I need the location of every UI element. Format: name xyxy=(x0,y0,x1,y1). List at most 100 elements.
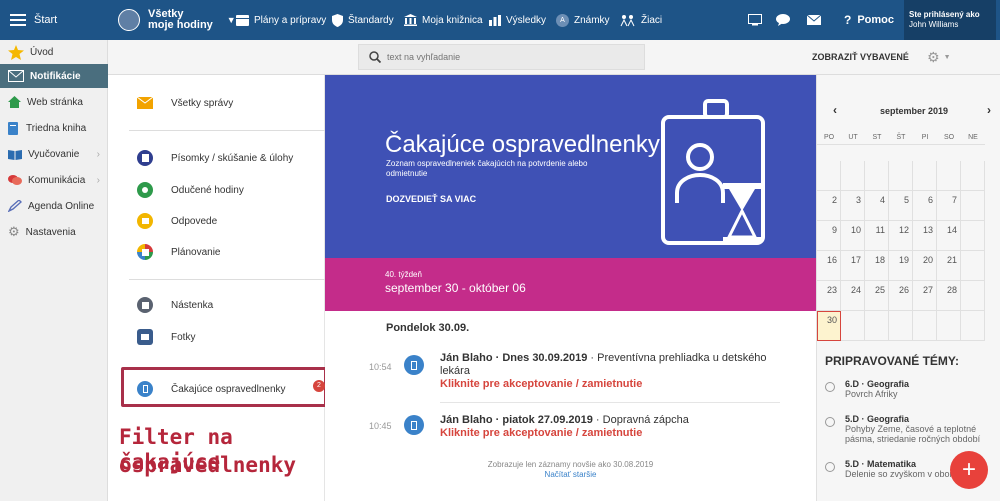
filter-pending[interactable]: Čakajúce ospravedlnenky 2 xyxy=(137,380,325,397)
chat-button[interactable] xyxy=(776,0,791,40)
calendar-day[interactable]: 30 xyxy=(817,311,841,341)
sidebar-item-classbook[interactable]: Triedna kniha xyxy=(0,116,108,140)
calendar-day[interactable] xyxy=(961,251,985,281)
results-button[interactable]: Výsledky xyxy=(489,0,546,40)
calendar-day[interactable] xyxy=(937,161,961,191)
filter-board[interactable]: Nástenka xyxy=(137,297,213,313)
calendar-day[interactable]: 3 xyxy=(841,191,865,221)
calendar-day[interactable]: 25 xyxy=(865,281,889,311)
user-menu[interactable]: Ste prihlásený ako John Williams xyxy=(904,0,996,40)
topic-item[interactable]: 6.D · Geografia Povrch Afriky xyxy=(825,379,995,399)
filter-planning[interactable]: Plánovanie xyxy=(137,244,220,260)
calendar-day[interactable]: 13 xyxy=(913,221,937,251)
calendar-day[interactable] xyxy=(865,161,889,191)
calendar-day[interactable]: 24 xyxy=(841,281,865,311)
filter-tests[interactable]: Písomky / skúšanie & úlohy xyxy=(137,150,293,166)
event-icon xyxy=(404,355,424,375)
school-logo-icon xyxy=(118,9,140,31)
chat-icon xyxy=(776,14,790,26)
calendar-day[interactable] xyxy=(841,311,865,341)
calendar-day[interactable]: 7 xyxy=(937,191,961,221)
event-action-link[interactable]: Kliknite pre akceptovanie / zamietnutie xyxy=(440,378,780,391)
sidebar-item-home[interactable]: Úvod xyxy=(0,40,108,64)
calendar-day[interactable]: 5 xyxy=(889,191,913,221)
calendar-day[interactable]: 20 xyxy=(913,251,937,281)
filter-taught[interactable]: Odučené hodiny xyxy=(137,182,244,198)
calendar-day[interactable]: 26 xyxy=(889,281,913,311)
sidebar-item-teaching[interactable]: Vyučovanie › xyxy=(0,142,108,166)
load-older-link[interactable]: Načítať staršie xyxy=(325,470,816,479)
show-selected-button[interactable]: ZOBRAZIŤ VYBAVENÉ xyxy=(812,52,909,62)
calendar-day[interactable]: 17 xyxy=(841,251,865,281)
sidebar-item-website[interactable]: Web stránka xyxy=(0,90,108,114)
event-author: Ján Blaho xyxy=(440,414,493,426)
event-action-link[interactable]: Kliknite pre akceptovanie / zamietnutie xyxy=(440,427,780,440)
filter-all[interactable]: Všetky správy xyxy=(137,97,233,109)
library-button[interactable]: Moja knižnica xyxy=(404,0,483,40)
dot-separator: · xyxy=(592,414,603,426)
students-label: Žiaci xyxy=(641,14,663,26)
badge-icon xyxy=(137,381,153,397)
search-box[interactable] xyxy=(358,44,645,70)
screen-share-button[interactable] xyxy=(748,0,762,40)
calendar-day[interactable] xyxy=(937,311,961,341)
hours-dropdown[interactable]: Všetky moje hodiny ▼ xyxy=(118,0,236,40)
topic-item[interactable]: 5.D · Geografia Pohyby Zeme, časové a tep… xyxy=(825,414,995,444)
filter-photos[interactable]: Fotky xyxy=(137,329,195,345)
event-item[interactable]: Ján Blaho · piatok 27.09.2019 · Dopravná… xyxy=(440,414,780,440)
grades-button[interactable]: A Známky xyxy=(556,0,610,40)
calendar-day[interactable]: 18 xyxy=(865,251,889,281)
calendar-day[interactable] xyxy=(841,161,865,191)
clock-icon xyxy=(825,417,835,427)
calendar-day[interactable]: 14 xyxy=(937,221,961,251)
sidebar-item-settings[interactable]: ⚙ Nastavenia xyxy=(0,220,108,244)
add-button[interactable]: + xyxy=(950,451,988,489)
badge-icon xyxy=(411,360,417,370)
calendar-day[interactable]: 19 xyxy=(889,251,913,281)
plans-button[interactable]: Plány a prípravy xyxy=(236,0,326,40)
calendar-day[interactable]: 27 xyxy=(913,281,937,311)
calendar-day[interactable] xyxy=(961,191,985,221)
calendar-day[interactable]: 16 xyxy=(817,251,841,281)
calendar-day[interactable]: 12 xyxy=(889,221,913,251)
help-button[interactable]: ? Pomoc xyxy=(844,0,894,40)
calendar-day[interactable] xyxy=(961,281,985,311)
calendar-day[interactable] xyxy=(961,161,985,191)
calendar-day[interactable]: 9 xyxy=(817,221,841,251)
badge-icon xyxy=(411,420,417,430)
calendar-day[interactable] xyxy=(961,311,985,341)
event-item[interactable]: Ján Blaho · Dnes 30.09.2019 · Preventívn… xyxy=(440,352,780,391)
settings-button[interactable]: ⚙ ▼ xyxy=(927,49,951,66)
calendar-day[interactable]: 2 xyxy=(817,191,841,221)
calendar-day[interactable]: 23 xyxy=(817,281,841,311)
search-input[interactable] xyxy=(387,52,627,62)
calendar-day[interactable]: 28 xyxy=(937,281,961,311)
calendar-day[interactable]: 21 xyxy=(937,251,961,281)
gear-icon: ⚙ xyxy=(8,224,20,239)
filter-answers[interactable]: Odpovede xyxy=(137,213,217,229)
hero-learn-more-link[interactable]: DOZVEDIEŤ SA VIAC xyxy=(386,194,476,204)
calendar-day[interactable]: 6 xyxy=(913,191,937,221)
sidebar-item-communication[interactable]: Komunikácia › xyxy=(0,168,108,192)
main-content: Čakajúce ospravedlnenky Zoznam ospravedl… xyxy=(325,75,816,501)
students-button[interactable]: Žiaci xyxy=(620,0,662,40)
prev-month-button[interactable]: ‹ xyxy=(833,103,837,117)
standards-button[interactable]: Štandardy xyxy=(332,0,394,40)
sidebar-item-notifications[interactable]: Notifikácie xyxy=(0,64,108,88)
calendar-day[interactable] xyxy=(913,161,937,191)
mail-button[interactable] xyxy=(807,0,821,40)
calendar-day[interactable] xyxy=(913,311,937,341)
calendar-day[interactable] xyxy=(889,311,913,341)
calendar-day[interactable] xyxy=(865,311,889,341)
calendar-day[interactable]: 10 xyxy=(841,221,865,251)
calendar-day[interactable]: 11 xyxy=(865,221,889,251)
weekday-header: PI xyxy=(913,131,937,145)
calendar-day[interactable] xyxy=(961,221,985,251)
topic-desc: Pohyby Zeme, časové a teplotné pásma, st… xyxy=(845,424,981,444)
calendar-day[interactable] xyxy=(817,161,841,191)
calendar-day[interactable]: 4 xyxy=(865,191,889,221)
calendar-day[interactable] xyxy=(889,161,913,191)
next-month-button[interactable]: › xyxy=(987,103,991,117)
sidebar-item-agenda[interactable]: Agenda Online xyxy=(0,194,108,218)
home-button[interactable]: Štart xyxy=(10,0,57,40)
